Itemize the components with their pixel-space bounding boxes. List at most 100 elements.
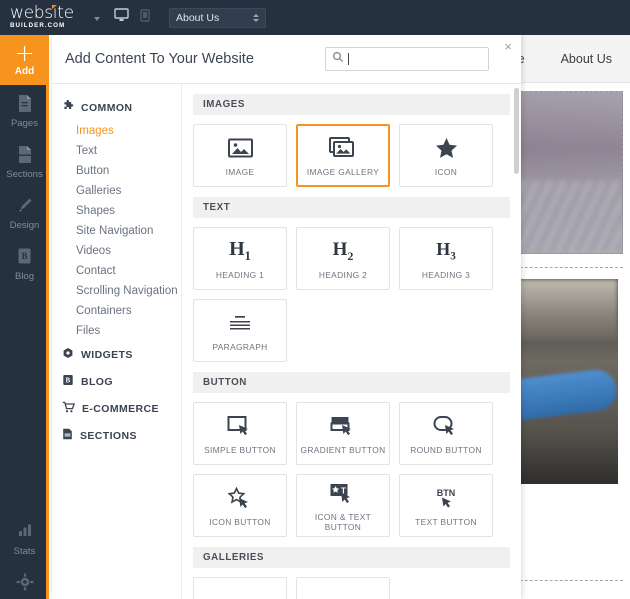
top-bar: website BUILDER.COM About Us [0, 0, 630, 35]
search-input-value [348, 53, 351, 65]
category-group-common-label: COMMON [81, 101, 133, 114]
page-title: Add Content To Your Website [65, 51, 254, 67]
card-image-label: IMAGE [225, 166, 255, 177]
category-item-button[interactable]: Button [52, 161, 181, 181]
spinner-arrows-icon [253, 13, 259, 22]
rail-item-add[interactable]: + Add [0, 35, 49, 85]
category-group-widgets-label: WIDGETS [81, 348, 133, 361]
rail-item-stats[interactable]: Stats [0, 513, 49, 564]
logo-sub-text: BUILDER.COM [10, 21, 66, 29]
search-icon [332, 50, 344, 68]
rail-item-add-label: Add [14, 66, 35, 77]
card-gallery-placeholder-2[interactable] [296, 577, 390, 599]
category-group-common[interactable]: COMMON [52, 94, 181, 121]
card-icon-text-button-label: ICON & TEXT BUTTON [314, 511, 372, 532]
section-header-text: TEXT [193, 197, 510, 218]
logo-flag-icon [52, 4, 57, 9]
rail-item-blog[interactable]: B Blog [0, 238, 49, 289]
category-item-videos[interactable]: Videos [52, 241, 181, 261]
icon-button-icon [227, 485, 253, 512]
category-group-sections-label: SECTIONS [80, 429, 137, 442]
category-list: COMMON Images Text Button Galleries Shap… [52, 84, 182, 599]
card-text-button-label: TEXT BUTTON [415, 516, 477, 527]
section-grid-button: SIMPLE BUTTON GRADIENT BUTTON ROUND BUTT… [182, 393, 521, 537]
plus-icon: + [14, 39, 35, 67]
category-item-contact[interactable]: Contact [52, 261, 181, 281]
svg-text:B: B [21, 251, 27, 261]
svg-text:B: B [65, 377, 70, 385]
sections-icon [62, 428, 73, 443]
blog-icon: B [0, 247, 49, 269]
desktop-icon[interactable] [114, 8, 129, 27]
pages-icon [0, 94, 49, 116]
card-heading-1[interactable]: H1 HEADING 1 [193, 227, 287, 290]
cart-icon [62, 401, 76, 416]
rail-item-pages[interactable]: Pages [0, 85, 49, 136]
card-heading-1-label: HEADING 1 [215, 269, 265, 280]
section-grid-text: H1 HEADING 1 H2 HEADING 2 H3 HEADING 3 P… [182, 218, 521, 362]
category-item-files[interactable]: Files [52, 321, 181, 341]
card-gradient-button[interactable]: GRADIENT BUTTON [296, 402, 390, 465]
card-icon-text-button[interactable]: T ICON & TEXT BUTTON [296, 474, 390, 537]
preview-nav-about-us[interactable]: About Us [561, 52, 612, 66]
simple-button-icon [227, 413, 253, 440]
section-grid-galleries [182, 568, 521, 599]
card-icon-label: ICON [434, 166, 458, 177]
search-input[interactable] [325, 47, 489, 71]
gear-icon [0, 573, 49, 595]
rail-item-sections[interactable]: Sections [0, 136, 49, 187]
card-text-button[interactable]: BTN TEXT BUTTON [399, 474, 493, 537]
card-image-gallery[interactable]: IMAGE GALLERY [296, 124, 390, 187]
category-group-blog[interactable]: B BLOG [52, 368, 181, 395]
category-item-text[interactable]: Text [52, 141, 181, 161]
star-icon [435, 135, 458, 162]
caret-down-icon[interactable] [94, 17, 100, 21]
panel-header: Add Content To Your Website × [52, 35, 521, 84]
rail-item-settings[interactable] [0, 564, 49, 599]
round-button-icon [433, 413, 459, 440]
rail-item-design[interactable]: Design [0, 187, 49, 238]
card-simple-button[interactable]: SIMPLE BUTTON [193, 402, 287, 465]
category-item-galleries[interactable]: Galleries [52, 181, 181, 201]
card-gallery-placeholder-1[interactable] [193, 577, 287, 599]
category-group-sections[interactable]: SECTIONS [52, 422, 181, 449]
card-round-button-label: ROUND BUTTON [410, 444, 482, 455]
svg-text:BTN: BTN [437, 488, 456, 498]
category-group-ecommerce-label: E-COMMERCE [82, 402, 159, 415]
device-switcher [114, 8, 153, 27]
card-heading-3-label: HEADING 3 [421, 269, 471, 280]
content-items-pane[interactable]: IMAGES IMAGE IMAGE GALLERY ICON TEXT H1 … [182, 84, 521, 599]
card-image[interactable]: IMAGE [193, 124, 287, 187]
card-icon-button[interactable]: ICON BUTTON [193, 474, 287, 537]
text-button-icon: BTN [431, 485, 461, 512]
blog-icon: B [62, 374, 74, 389]
card-heading-3[interactable]: H3 HEADING 3 [399, 227, 493, 290]
app-root: website BUILDER.COM About Us + Add Pages… [0, 0, 630, 599]
section-header-button: BUTTON [193, 372, 510, 393]
category-item-scrolling-navigation[interactable]: Scrolling Navigation [52, 281, 181, 301]
gradient-button-icon [330, 413, 356, 440]
card-heading-2[interactable]: H2 HEADING 2 [296, 227, 390, 290]
card-paragraph[interactable]: PARAGRAPH [193, 299, 287, 362]
page-selector-value: About Us [176, 11, 220, 24]
category-item-site-navigation[interactable]: Site Navigation [52, 221, 181, 241]
category-group-ecommerce[interactable]: E-COMMERCE [52, 395, 181, 422]
section-header-images: IMAGES [193, 94, 510, 115]
card-icon[interactable]: ICON [399, 124, 493, 187]
page-selector[interactable]: About Us [169, 7, 266, 28]
rail-item-blog-label: Blog [14, 271, 34, 282]
category-item-shapes[interactable]: Shapes [52, 201, 181, 221]
mobile-icon[interactable] [140, 8, 153, 27]
close-icon[interactable]: × [504, 40, 512, 53]
category-item-images[interactable]: Images [52, 121, 181, 141]
card-round-button[interactable]: ROUND BUTTON [399, 402, 493, 465]
bar-chart-icon [0, 522, 49, 544]
rail-item-sections-label: Sections [6, 169, 43, 180]
rail-item-pages-label: Pages [11, 118, 38, 129]
paragraph-icon [228, 310, 252, 337]
category-item-containers[interactable]: Containers [52, 301, 181, 321]
category-group-widgets[interactable]: WIDGETS [52, 341, 181, 368]
brand-logo[interactable]: website BUILDER.COM [10, 2, 88, 30]
logo-main-text: website [10, 2, 74, 23]
panel-scrollbar-thumb[interactable] [514, 88, 519, 174]
